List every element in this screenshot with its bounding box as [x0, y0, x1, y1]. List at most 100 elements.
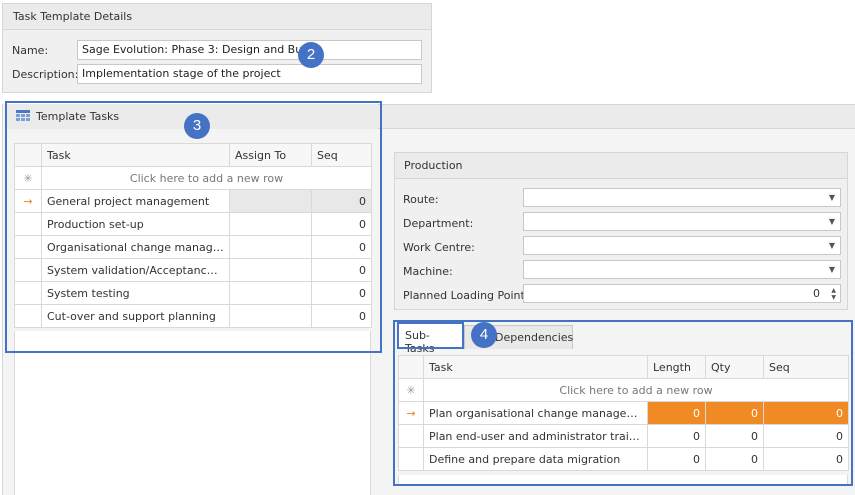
description-label: Description: [12, 68, 79, 81]
row-indicator-header [398, 355, 424, 379]
row-indicator [14, 258, 42, 282]
table-row[interactable]: Organisational change management 0 [14, 235, 372, 259]
row-indicator [398, 447, 424, 471]
add-new-row[interactable]: ✳ Click here to add a new row [14, 166, 372, 190]
chevron-down-icon[interactable]: ▼ [829, 265, 835, 274]
chevron-down-icon[interactable]: ▼ [829, 241, 835, 250]
planned-loading-points-stepper[interactable]: 0 ▲ ▼ [523, 284, 841, 303]
row-indicator [14, 281, 42, 305]
task-cell[interactable]: Plan end-user and administrator training [423, 424, 648, 448]
template-tasks-empty-area [14, 331, 371, 495]
task-cell[interactable]: Define and prepare data migration [423, 447, 648, 471]
planned-loading-points-label: Planned Loading Points: [403, 289, 535, 302]
table-row[interactable]: System testing 0 [14, 281, 372, 305]
production-panel: Production Route: ▼ Department: ▼ Work C… [394, 152, 848, 310]
details-title: Task Template Details [3, 4, 431, 30]
grid-header-row: Task Length Qty Seq [398, 355, 849, 379]
table-row[interactable]: Plan end-user and administrator training… [398, 424, 849, 448]
seq-cell[interactable]: 0 [311, 304, 372, 328]
seq-cell[interactable]: 0 [311, 235, 372, 259]
seq-cell[interactable]: 0 [311, 189, 372, 213]
assign-to-cell[interactable] [229, 235, 312, 259]
table-row[interactable]: Production set-up 0 [14, 212, 372, 236]
length-cell[interactable]: 0 [647, 447, 706, 471]
current-row-arrow-icon: → [398, 401, 424, 425]
assign-to-cell[interactable] [229, 189, 312, 213]
qty-cell[interactable]: 0 [705, 401, 764, 425]
current-row-arrow-icon: → [14, 189, 42, 213]
tab-sub-tasks[interactable]: Sub-Tasks [398, 323, 464, 355]
grid-header-row: Task Assign To Seq [14, 143, 372, 167]
table-row[interactable]: System validation/Acceptance test… 0 [14, 258, 372, 282]
column-header-assign-to[interactable]: Assign To [229, 143, 312, 167]
right-header-band [378, 104, 855, 129]
route-select[interactable]: ▼ [523, 188, 841, 207]
task-cell[interactable]: Organisational change management [41, 235, 230, 259]
task-template-details-panel: Task Template Details Name: Sage Evoluti… [2, 3, 432, 93]
column-header-length[interactable]: Length [647, 355, 706, 379]
department-label: Department: [403, 217, 474, 230]
seq-cell[interactable]: 0 [311, 258, 372, 282]
qty-cell[interactable]: 0 [705, 424, 764, 448]
spin-up-icon[interactable]: ▲ [831, 287, 836, 294]
length-cell[interactable]: 0 [647, 424, 706, 448]
task-cell[interactable]: Plan organisational change management [423, 401, 648, 425]
department-select[interactable]: ▼ [523, 212, 841, 231]
row-indicator [14, 212, 42, 236]
seq-cell[interactable]: 0 [763, 424, 849, 448]
column-header-seq[interactable]: Seq [763, 355, 849, 379]
template-tasks-grid[interactable]: Task Assign To Seq ✳ Click here to add a… [14, 143, 372, 328]
grid-icon [16, 110, 30, 121]
column-header-qty[interactable]: Qty [705, 355, 764, 379]
add-new-row-text[interactable]: Click here to add a new row [423, 378, 849, 402]
planned-loading-points-value: 0 [813, 287, 820, 300]
chevron-down-icon[interactable]: ▼ [829, 193, 835, 202]
name-label: Name: [12, 44, 49, 57]
table-row[interactable]: → Plan organisational change management … [398, 401, 849, 425]
task-cell[interactable]: General project management [41, 189, 230, 213]
sub-tasks-grid[interactable]: Task Length Qty Seq ✳ Click here to add … [398, 355, 849, 471]
row-indicator [398, 424, 424, 448]
description-input[interactable]: Implementation stage of the project [77, 64, 422, 84]
row-indicator [14, 235, 42, 259]
add-new-row-text[interactable]: Click here to add a new row [41, 166, 372, 190]
machine-select[interactable]: ▼ [523, 260, 841, 279]
callout-badge-2: 2 [298, 42, 324, 68]
task-cell[interactable]: System validation/Acceptance test… [41, 258, 230, 282]
seq-cell[interactable]: 0 [311, 212, 372, 236]
callout-badge-3: 3 [184, 113, 210, 139]
name-input[interactable]: Sage Evolution: Phase 3: Design and Buil… [77, 40, 422, 60]
assign-to-cell[interactable] [229, 212, 312, 236]
task-cell[interactable]: Cut-over and support planning [41, 304, 230, 328]
seq-cell[interactable]: 0 [763, 401, 849, 425]
callout-badge-4: 4 [471, 322, 497, 348]
chevron-down-icon[interactable]: ▼ [829, 217, 835, 226]
table-row[interactable]: Cut-over and support planning 0 [14, 304, 372, 328]
add-new-row[interactable]: ✳ Click here to add a new row [398, 378, 849, 402]
new-row-star-icon: ✳ [14, 166, 42, 190]
table-row[interactable]: → General project management 0 [14, 189, 372, 213]
column-header-task[interactable]: Task [41, 143, 230, 167]
new-row-star-icon: ✳ [398, 378, 424, 402]
column-header-task[interactable]: Task [423, 355, 648, 379]
assign-to-cell[interactable] [229, 258, 312, 282]
qty-cell[interactable]: 0 [705, 447, 764, 471]
machine-label: Machine: [403, 265, 453, 278]
row-indicator-header [14, 143, 42, 167]
route-label: Route: [403, 193, 439, 206]
assign-to-cell[interactable] [229, 304, 312, 328]
spin-down-icon[interactable]: ▼ [831, 294, 836, 301]
seq-cell[interactable]: 0 [763, 447, 849, 471]
sub-tasks-empty-area [398, 475, 848, 485]
task-cell[interactable]: Production set-up [41, 212, 230, 236]
work-centre-label: Work Centre: [403, 241, 475, 254]
seq-cell[interactable]: 0 [311, 281, 372, 305]
work-centre-select[interactable]: ▼ [523, 236, 841, 255]
table-row[interactable]: Define and prepare data migration 0 0 0 [398, 447, 849, 471]
production-title: Production [395, 153, 847, 179]
length-cell[interactable]: 0 [647, 401, 706, 425]
row-indicator [14, 304, 42, 328]
column-header-seq[interactable]: Seq [311, 143, 372, 167]
task-cell[interactable]: System testing [41, 281, 230, 305]
assign-to-cell[interactable] [229, 281, 312, 305]
